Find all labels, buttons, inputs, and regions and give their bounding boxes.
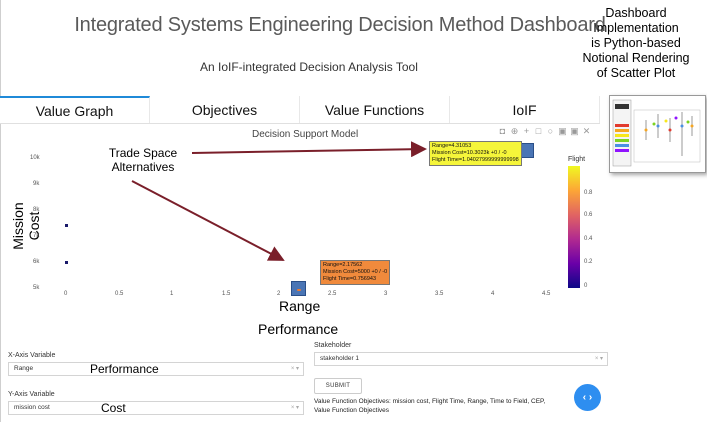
- vf-line: Value Function Objectives: [314, 407, 390, 414]
- x-axis-overlay-label: Performance: [90, 362, 159, 376]
- annotation-arrow: [131, 180, 285, 261]
- value-function-objectives: Value Function Objectives: mission cost,…: [314, 397, 584, 415]
- code-toggle-button[interactable]: ‹ ›: [574, 384, 601, 411]
- stakeholder-selected-value: stakeholder 1: [320, 355, 360, 362]
- x-axis-title: Range: [279, 298, 321, 314]
- clear-dropdown-icon[interactable]: × ▾: [291, 404, 299, 411]
- clear-dropdown-icon[interactable]: × ▾: [291, 365, 299, 372]
- annotation-line: Alternatives: [111, 160, 175, 174]
- trade-space-annotation: Trade Space Alternatives: [93, 146, 193, 174]
- stakeholder-select[interactable]: stakeholder 1 × ▾: [314, 352, 608, 366]
- y-axis-selected-value: mission cost: [14, 404, 50, 411]
- annotation-arrow: [191, 141, 427, 158]
- x-axis-selected-value: Range: [14, 365, 34, 372]
- clear-dropdown-icon[interactable]: × ▾: [595, 355, 603, 362]
- thumbnail-graphic: [612, 99, 701, 167]
- y-axis-select[interactable]: mission cost × ▾: [8, 401, 304, 415]
- submit-button[interactable]: SUBMIT: [314, 378, 362, 394]
- notional-scatter-thumbnail: [609, 95, 706, 173]
- x-axis-subtitle: Performance: [258, 321, 339, 337]
- annotation-line: Trade Space: [108, 146, 178, 160]
- x-axis-variable-label: X-Axis Variable: [8, 352, 56, 359]
- stakeholder-label: Stakeholder: [314, 342, 352, 349]
- y-axis-overlay-label: Cost: [101, 401, 126, 415]
- y-axis-variable-label: Y-Axis Variable: [8, 391, 55, 398]
- vf-line: Value Function Objectives: mission cost,…: [314, 398, 546, 405]
